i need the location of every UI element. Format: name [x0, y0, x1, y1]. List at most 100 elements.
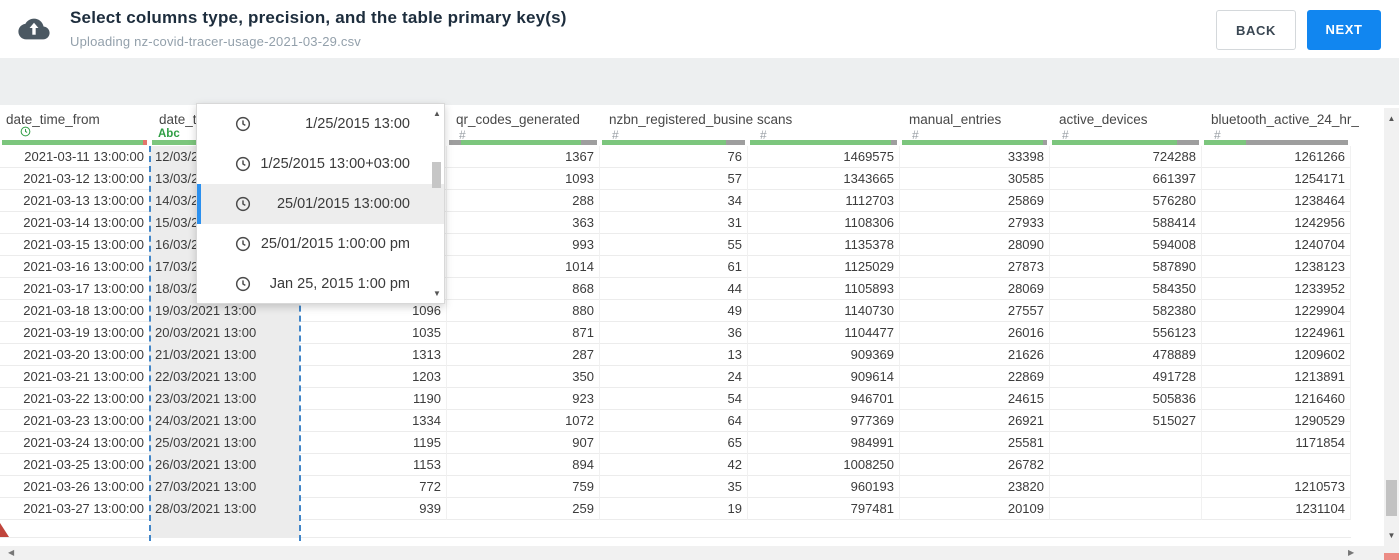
column-header-bluetooth_active_24_hr_[interactable]: bluetooth_active_24_hr_ #	[1202, 105, 1359, 146]
cell[interactable]: 21/03/2021 13:00	[150, 344, 300, 366]
cell[interactable]: 350	[447, 366, 600, 388]
cell[interactable]: 909614	[748, 366, 900, 388]
scroll-up-icon[interactable]: ▲	[1384, 114, 1399, 123]
cell[interactable]: 363	[447, 212, 600, 234]
vertical-scroll-thumb[interactable]	[1386, 480, 1397, 516]
cell[interactable]: 1209602	[1202, 344, 1351, 366]
cell[interactable]: 923	[447, 388, 600, 410]
cell[interactable]	[1202, 454, 1351, 476]
cell[interactable]: 2021-03-21 13:00:00	[0, 366, 150, 388]
scroll-right-icon[interactable]: ▶	[1348, 546, 1354, 560]
cell[interactable]: 28/03/2021 13:00	[150, 498, 300, 520]
cell[interactable]: 2021-03-12 13:00:00	[0, 168, 150, 190]
cell[interactable]: 55	[600, 234, 748, 256]
cell[interactable]: 1203	[300, 366, 447, 388]
cell[interactable]: 30585	[900, 168, 1050, 190]
cell[interactable]: 1153	[300, 454, 447, 476]
column-header-date_time_from[interactable]: date_time_from	[0, 105, 150, 146]
cell[interactable]: 13	[600, 344, 748, 366]
dropdown-option[interactable]: 1/25/2015 13:00+03:00	[197, 144, 444, 184]
column-header-manual_entries[interactable]: manual_entries #	[900, 105, 1050, 146]
cell[interactable]: 880	[447, 300, 600, 322]
cell[interactable]: 588414	[1050, 212, 1202, 234]
cell[interactable]: 20109	[900, 498, 1050, 520]
cell[interactable]: 20/03/2021 13:00	[150, 322, 300, 344]
cell[interactable]: 1261266	[1202, 146, 1351, 168]
cell[interactable]: 2021-03-22 13:00:00	[0, 388, 150, 410]
back-button[interactable]: BACK	[1216, 10, 1296, 50]
cell[interactable]: 584350	[1050, 278, 1202, 300]
dropdown-option[interactable]: Jan 25, 2015 1:00 pm	[197, 264, 444, 304]
dropdown-scroll-thumb[interactable]	[432, 162, 441, 188]
cell[interactable]: 19	[600, 498, 748, 520]
cell[interactable]: 2021-03-19 13:00:00	[0, 322, 150, 344]
cell[interactable]: 946701	[748, 388, 900, 410]
cell[interactable]: 797481	[748, 498, 900, 520]
cell[interactable]: 36	[600, 322, 748, 344]
cell[interactable]: 21626	[900, 344, 1050, 366]
cell[interactable]: 2021-03-14 13:00:00	[0, 212, 150, 234]
cell[interactable]: 1104477	[748, 322, 900, 344]
cell[interactable]: 27/03/2021 13:00	[150, 476, 300, 498]
cell[interactable]: 1014	[447, 256, 600, 278]
cell[interactable]: 2021-03-24 13:00:00	[0, 432, 150, 454]
cell[interactable]: 25581	[900, 432, 1050, 454]
cell[interactable]: 24615	[900, 388, 1050, 410]
cell[interactable]: 1367	[447, 146, 600, 168]
cell[interactable]: 1238123	[1202, 256, 1351, 278]
cell[interactable]: 61	[600, 256, 748, 278]
cell[interactable]: 1334	[300, 410, 447, 432]
dropdown-scroll-up-icon[interactable]: ▲	[430, 109, 444, 118]
cell[interactable]: 1093	[447, 168, 600, 190]
cell[interactable]: 1210573	[1202, 476, 1351, 498]
cell[interactable]: 26016	[900, 322, 1050, 344]
cell[interactable]: 1213891	[1202, 366, 1351, 388]
cell[interactable]: 33398	[900, 146, 1050, 168]
scroll-down-icon[interactable]: ▼	[1384, 531, 1399, 540]
cell[interactable]: 25/03/2021 13:00	[150, 432, 300, 454]
cell[interactable]: 287	[447, 344, 600, 366]
cell[interactable]: 576280	[1050, 190, 1202, 212]
cell[interactable]: 759	[447, 476, 600, 498]
cell[interactable]: 1216460	[1202, 388, 1351, 410]
cell[interactable]: 25869	[900, 190, 1050, 212]
cell[interactable]: 1105893	[748, 278, 900, 300]
cell[interactable]: 1135378	[748, 234, 900, 256]
cell[interactable]: 1008250	[748, 454, 900, 476]
cell[interactable]	[1050, 498, 1202, 520]
cell[interactable]: 57	[600, 168, 748, 190]
dropdown-scroll-down-icon[interactable]: ▼	[430, 289, 444, 298]
cell[interactable]: 871	[447, 322, 600, 344]
cell[interactable]: 2021-03-17 13:00:00	[0, 278, 150, 300]
cell[interactable]: 23820	[900, 476, 1050, 498]
cell[interactable]: 65	[600, 432, 748, 454]
cell[interactable]: 478889	[1050, 344, 1202, 366]
cell[interactable]: 894	[447, 454, 600, 476]
cell[interactable]: 26921	[900, 410, 1050, 432]
cell[interactable]: 1469575	[748, 146, 900, 168]
cell[interactable]: 909369	[748, 344, 900, 366]
cell[interactable]: 515027	[1050, 410, 1202, 432]
cell[interactable]: 868	[447, 278, 600, 300]
cell[interactable]	[1050, 476, 1202, 498]
cell[interactable]: 259	[447, 498, 600, 520]
cell[interactable]: 64	[600, 410, 748, 432]
cell[interactable]: 288	[447, 190, 600, 212]
cell[interactable]: 2021-03-20 13:00:00	[0, 344, 150, 366]
dropdown-option[interactable]: 25/01/2015 13:00:00	[197, 184, 444, 224]
cell[interactable]: 1290529	[1202, 410, 1351, 432]
scroll-left-icon[interactable]: ◀	[8, 546, 14, 560]
cell[interactable]: 24/03/2021 13:00	[150, 410, 300, 432]
cell[interactable]: 977369	[748, 410, 900, 432]
cell[interactable]: 35	[600, 476, 748, 498]
cell[interactable]: 505836	[1050, 388, 1202, 410]
cell[interactable]: 491728	[1050, 366, 1202, 388]
cell[interactable]: 1233952	[1202, 278, 1351, 300]
cell[interactable]: 22/03/2021 13:00	[150, 366, 300, 388]
cell[interactable]: 587890	[1050, 256, 1202, 278]
column-header-nzbn_registered_busine[interactable]: nzbn_registered_busine #	[600, 105, 753, 146]
cell[interactable]: 1254171	[1202, 168, 1351, 190]
cell[interactable]: 22869	[900, 366, 1050, 388]
cell[interactable]: 2021-03-23 13:00:00	[0, 410, 150, 432]
next-button[interactable]: NEXT	[1307, 10, 1381, 50]
